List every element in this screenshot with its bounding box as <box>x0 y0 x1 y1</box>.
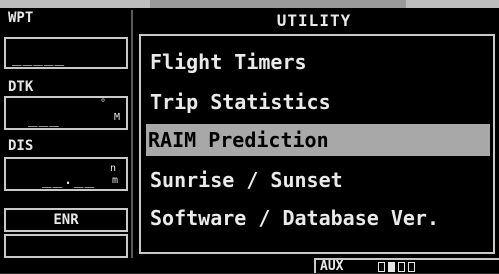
magnetic-unit: M <box>113 112 120 123</box>
waypoint-label: WPT <box>4 10 124 27</box>
page-segment <box>378 262 385 272</box>
message-annunciator-box <box>4 234 128 258</box>
nautical-unit-top: n <box>109 163 116 174</box>
menu-item-software-database[interactable]: Software / Database Ver. <box>148 202 488 234</box>
desired-track-field[interactable]: ___ ° M <box>4 96 128 130</box>
desired-track-value: ___ <box>28 108 60 127</box>
menu-item-raim-prediction[interactable]: RAIM Prediction <box>146 124 490 156</box>
page-group-label: AUX <box>320 259 344 274</box>
distance-label: DIS <box>4 138 124 155</box>
nautical-unit-bottom: m <box>111 175 118 186</box>
menu-item-sunrise-sunset[interactable]: Sunrise / Sunset <box>148 164 488 196</box>
distance-value: __.__ <box>42 169 96 188</box>
distance-field[interactable]: __.__ n m <box>4 157 128 191</box>
page-segment <box>398 262 405 272</box>
waypoint-field[interactable]: _____ <box>4 37 128 69</box>
page-group-indicator: AUX <box>314 258 499 274</box>
degree-symbol: ° <box>99 98 106 109</box>
page-segment <box>408 262 415 272</box>
desired-track-label: DTK <box>4 79 124 96</box>
menu-item-flight-timers[interactable]: Flight Timers <box>148 46 488 78</box>
flight-mode-annunciator: ENR <box>4 208 128 232</box>
page-segment <box>388 262 395 272</box>
page-title: UTILITY <box>276 11 352 30</box>
device-bezel-notch <box>150 0 406 8</box>
waypoint-value: _____ <box>12 47 66 66</box>
menu-item-trip-statistics[interactable]: Trip Statistics <box>148 86 488 118</box>
panel-divider <box>131 10 133 258</box>
